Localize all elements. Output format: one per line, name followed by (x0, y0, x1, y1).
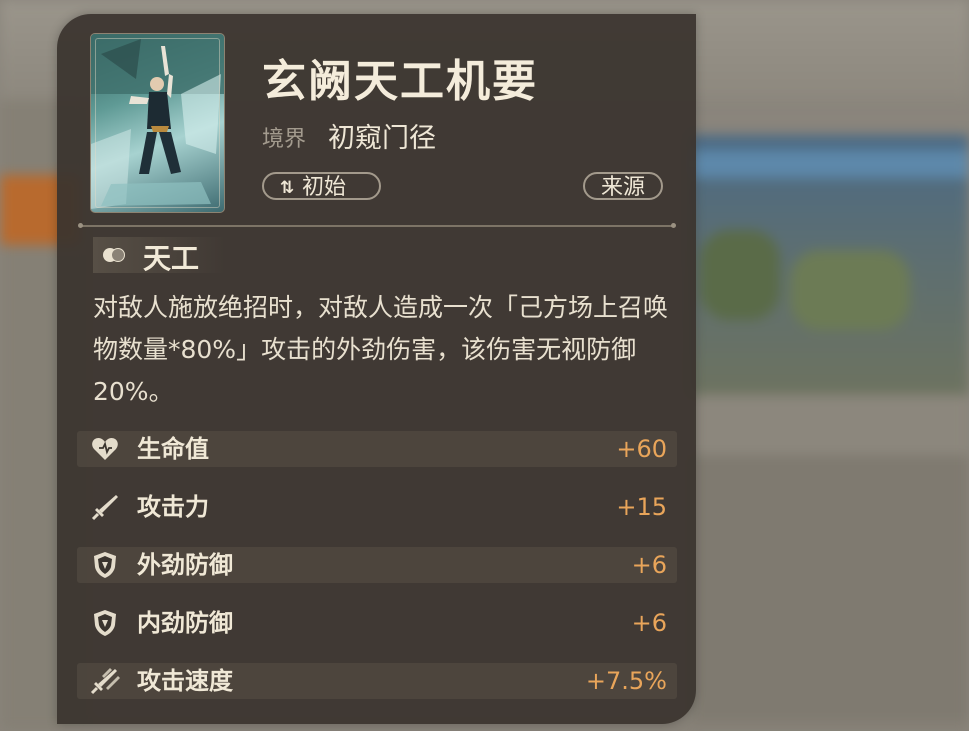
stat-row-attack: 攻击力 +15 (77, 489, 677, 525)
stat-row-hp: 生命值 +60 (77, 431, 677, 467)
skill-description: 对敌人施放绝招时，对敌人造成一次「己方场上召唤物数量*80%」攻击的外劲伤害，该… (93, 293, 669, 406)
shield-icon (94, 610, 116, 636)
stat-label: 生命值 (137, 435, 209, 463)
divider (78, 223, 676, 228)
stat-value: +15 (616, 493, 667, 521)
skill-dots-icon (103, 247, 129, 263)
heart-icon (92, 438, 118, 460)
stat-label: 内劲防御 (137, 609, 233, 637)
stat-row-outer-defense: 外劲防御 +6 (77, 547, 677, 583)
stat-row-inner-defense: 内劲防御 +6 (77, 605, 677, 641)
swap-icon: ⇅ (280, 178, 295, 198)
stat-value: +7.5% (585, 667, 667, 695)
initial-tag[interactable]: ⇅ 初始 (262, 172, 381, 200)
stat-label: 攻击力 (137, 493, 209, 521)
source-button[interactable]: 来源 (583, 172, 663, 200)
item-title: 玄阙天工机要 (262, 56, 538, 107)
skill-name: 天工 (143, 242, 200, 275)
initial-tag-label: 初始 (302, 175, 347, 200)
sword-icon (91, 495, 118, 521)
stat-label: 外劲防御 (137, 551, 233, 579)
stat-label: 攻击速度 (137, 667, 233, 695)
stat-value: +6 (631, 551, 667, 579)
stat-row-attack-speed: 攻击速度 +7.5% (77, 663, 677, 699)
shield-icon (94, 552, 116, 578)
item-card-art (90, 33, 225, 213)
realm-label: 境界 (262, 127, 307, 152)
stat-value: +6 (631, 609, 667, 637)
stat-value: +60 (616, 435, 667, 463)
double-sword-icon (90, 668, 120, 695)
realm-value: 初窥门径 (328, 123, 436, 154)
